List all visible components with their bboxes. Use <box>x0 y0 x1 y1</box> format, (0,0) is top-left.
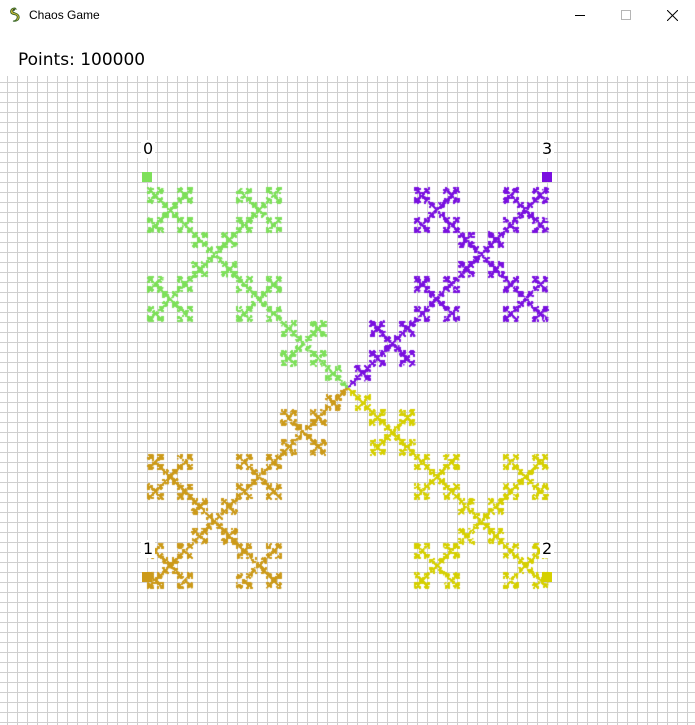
points-counter: Points: 100000 <box>18 50 146 70</box>
minimize-icon <box>575 15 585 16</box>
maximize-button[interactable] <box>603 0 649 30</box>
vertex-label-0: 0 <box>141 139 156 158</box>
status-header: Points: 100000 <box>0 30 695 76</box>
vertex-label-1: 1 <box>141 539 156 558</box>
window-title: Chaos Game <box>29 8 100 22</box>
title-bar[interactable]: Chaos Game <box>0 0 695 30</box>
pygame-snake-icon <box>7 7 23 23</box>
vertex-marker-3 <box>542 172 552 182</box>
vertex-label-3: 3 <box>540 139 555 158</box>
vertex-marker-1 <box>142 572 152 582</box>
maximize-icon <box>621 10 631 20</box>
close-icon <box>666 9 678 21</box>
close-button[interactable] <box>649 0 695 30</box>
vertex-marker-0 <box>142 172 152 182</box>
vertex-label-2: 2 <box>540 539 555 558</box>
minimize-button[interactable] <box>557 0 603 30</box>
drawing-canvas[interactable]: 0 1 2 3 <box>0 76 695 725</box>
chaos-game-fractal <box>0 76 695 725</box>
vertex-marker-2 <box>542 572 552 582</box>
